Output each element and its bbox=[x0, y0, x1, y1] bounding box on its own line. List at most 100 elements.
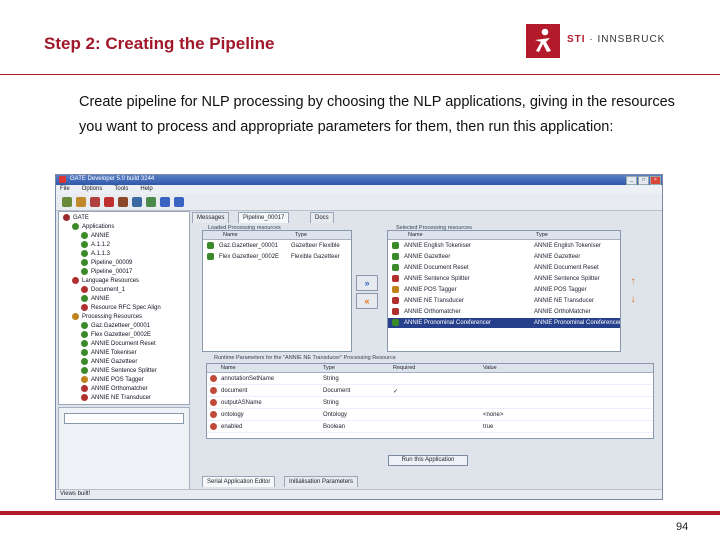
menu-help[interactable]: Help bbox=[140, 186, 152, 192]
tree-item[interactable]: ANNIE NE Transducer bbox=[81, 394, 151, 403]
back-icon[interactable] bbox=[174, 197, 184, 207]
editor-tab[interactable]: Pipeline_00017 bbox=[238, 212, 290, 223]
tree-item[interactable]: Applications bbox=[72, 223, 114, 232]
bottom-tab[interactable]: Initialisation Parameters bbox=[284, 476, 359, 487]
param-row[interactable]: enabled Boolean true bbox=[207, 422, 653, 433]
open-file-icon[interactable] bbox=[76, 197, 86, 207]
tree-item[interactable]: ANNIE bbox=[81, 295, 109, 304]
editor-tab[interactable]: Docs bbox=[310, 212, 334, 223]
tree-item[interactable]: Language Resources bbox=[72, 277, 139, 286]
param-name: ontology bbox=[221, 412, 244, 418]
tree-item-label: ANNIE Document Reset bbox=[91, 341, 156, 348]
tree-item[interactable]: A.1.1.3 bbox=[81, 250, 110, 259]
tree-item[interactable]: ANNIE Gazetteer bbox=[81, 358, 137, 367]
add-to-pipeline-button[interactable]: » bbox=[356, 275, 378, 291]
tree-item[interactable]: Gaz.Gazetteer_00001 bbox=[81, 322, 150, 331]
params-col-name: Name bbox=[221, 365, 236, 371]
tree-node-icon bbox=[81, 232, 88, 239]
params-title: Runtime Parameters for the "ANNIE NE Tra… bbox=[214, 355, 396, 361]
tree-node-icon bbox=[81, 340, 88, 347]
tree-item[interactable]: GATE bbox=[63, 214, 89, 223]
param-name: annotationSetName bbox=[221, 376, 275, 382]
bottom-tab[interactable]: Serial Application Editor bbox=[202, 476, 276, 487]
tree-node-icon bbox=[81, 241, 88, 248]
tree-node-icon bbox=[81, 250, 88, 257]
param-icon bbox=[210, 423, 217, 430]
param-type: Ontology bbox=[323, 412, 348, 418]
menu-options[interactable]: Options bbox=[82, 186, 103, 192]
tree-item[interactable]: ANNIE Sentence Splitter bbox=[81, 367, 157, 376]
plugins-icon[interactable] bbox=[118, 197, 128, 207]
move-up-button[interactable]: ↑ bbox=[626, 275, 640, 289]
tree-item[interactable]: ANNIE Tokeniser bbox=[81, 349, 137, 358]
selected-prs-col-name: Name bbox=[408, 232, 423, 238]
selected-pr-row[interactable]: ANNIE Orthomatcher ANNIE OrthoMatcher bbox=[388, 307, 620, 317]
pr-icon bbox=[392, 253, 399, 260]
tree-selector-combo[interactable] bbox=[64, 413, 184, 424]
tree-item[interactable]: Document_1 bbox=[81, 286, 125, 295]
tree-item[interactable]: Processing Resources bbox=[72, 313, 142, 322]
close-icon[interactable]: × bbox=[650, 176, 661, 185]
param-row[interactable]: document Document ✓ bbox=[207, 386, 653, 397]
tree-item[interactable]: ANNIE POS Tagger bbox=[81, 376, 144, 385]
params-col-value: Value bbox=[483, 365, 497, 371]
maximize-icon[interactable]: □ bbox=[638, 176, 649, 185]
param-type: String bbox=[323, 376, 339, 382]
status-bar: Views built! bbox=[56, 489, 662, 499]
move-down-button[interactable]: ↓ bbox=[626, 293, 640, 307]
loaded-prs-header: Name Type bbox=[203, 231, 351, 240]
param-row[interactable]: ontology Ontology <none> bbox=[207, 410, 653, 421]
lexicon-icon[interactable] bbox=[146, 197, 156, 207]
selected-pr-row[interactable]: ANNIE Document Reset ANNIE Document Reset bbox=[388, 263, 620, 273]
sti-logo-text: STI · INNSBRUCK bbox=[567, 34, 665, 45]
resource-tree[interactable]: GATE Applications ANNIE A.1.1.2 A.1.1.3 Pipel… bbox=[58, 211, 190, 405]
selected-pr-name: ANNIE Pronominal Coreferencer bbox=[404, 320, 492, 326]
tree-node-icon bbox=[81, 376, 88, 383]
pr-icon bbox=[392, 286, 399, 293]
new-language-resource-icon[interactable] bbox=[104, 197, 114, 207]
tree-item[interactable]: ANNIE Document Reset bbox=[81, 340, 156, 349]
param-row[interactable]: outputASName String bbox=[207, 398, 653, 409]
tree-node-icon bbox=[81, 367, 88, 374]
tree-item[interactable]: ANNIE Orthomatcher bbox=[81, 385, 148, 394]
param-value[interactable]: <none> bbox=[483, 412, 503, 418]
editor-tab[interactable]: Messages bbox=[192, 212, 230, 223]
pr-icon bbox=[392, 308, 399, 315]
loaded-pr-row[interactable]: Gaz.Gazetteer_00001 Gazetteer Flexible bbox=[203, 241, 351, 251]
run-application-button[interactable]: Run this Application bbox=[388, 455, 468, 466]
tree-item[interactable]: Pipeline_00017 bbox=[81, 268, 132, 277]
tree-item-label: Document_1 bbox=[91, 287, 126, 294]
restore-session-icon[interactable] bbox=[62, 197, 72, 207]
tree-item[interactable]: Pipeline_00009 bbox=[81, 259, 132, 268]
data-store-icon[interactable] bbox=[132, 197, 142, 207]
remove-from-pipeline-button[interactable]: « bbox=[356, 293, 378, 309]
new-processing-resource-icon[interactable] bbox=[90, 197, 100, 207]
selected-pr-name: ANNIE English Tokeniser bbox=[404, 243, 471, 249]
selected-pr-row[interactable]: ANNIE POS Tagger ANNIE POS Tagger bbox=[388, 285, 620, 295]
tree-item-label: Language Resources bbox=[82, 278, 140, 285]
tree-item[interactable]: Resource RFC Spec Align bbox=[81, 304, 161, 313]
menu-tools[interactable]: Tools bbox=[114, 186, 128, 192]
selected-pr-type: ANNIE English Tokeniser bbox=[534, 243, 601, 249]
tree-item[interactable]: Flex Gazetteer_0002E bbox=[81, 331, 151, 340]
selected-prs-panel: Name Type ANNIE English Tokeniser ANNIE E… bbox=[387, 230, 621, 352]
param-value[interactable]: true bbox=[483, 424, 493, 430]
selected-pr-row[interactable]: ANNIE NE Transducer ANNIE NE Transducer bbox=[388, 296, 620, 306]
help-icon[interactable] bbox=[160, 197, 170, 207]
minimize-icon[interactable]: _ bbox=[626, 176, 637, 185]
param-required: ✓ bbox=[393, 389, 399, 395]
param-row[interactable]: annotationSetName String bbox=[207, 374, 653, 385]
selected-pr-row[interactable]: ANNIE Sentence Splitter ANNIE Sentence Sp… bbox=[388, 274, 620, 284]
pr-icon bbox=[207, 242, 214, 249]
loaded-pr-row[interactable]: Flex Gazetteer_0002E Flexible Gazetteer bbox=[203, 252, 351, 262]
pr-icon bbox=[207, 253, 214, 260]
selected-pr-row[interactable]: ANNIE Pronominal Coreferencer ANNIE Prono… bbox=[388, 318, 620, 328]
tree-item[interactable]: ANNIE bbox=[81, 232, 109, 241]
menu-file[interactable]: File bbox=[60, 186, 70, 192]
tree-item[interactable]: A.1.1.2 bbox=[81, 241, 110, 250]
param-icon bbox=[210, 387, 217, 394]
bottom-tabs: Serial Application Editor Initialisation … bbox=[202, 475, 402, 487]
selected-pr-row[interactable]: ANNIE Gazetteer ANNIE Gazetteer bbox=[388, 252, 620, 262]
selected-pr-row[interactable]: ANNIE English Tokeniser ANNIE English Tok… bbox=[388, 241, 620, 251]
tree-node-icon bbox=[81, 304, 88, 311]
